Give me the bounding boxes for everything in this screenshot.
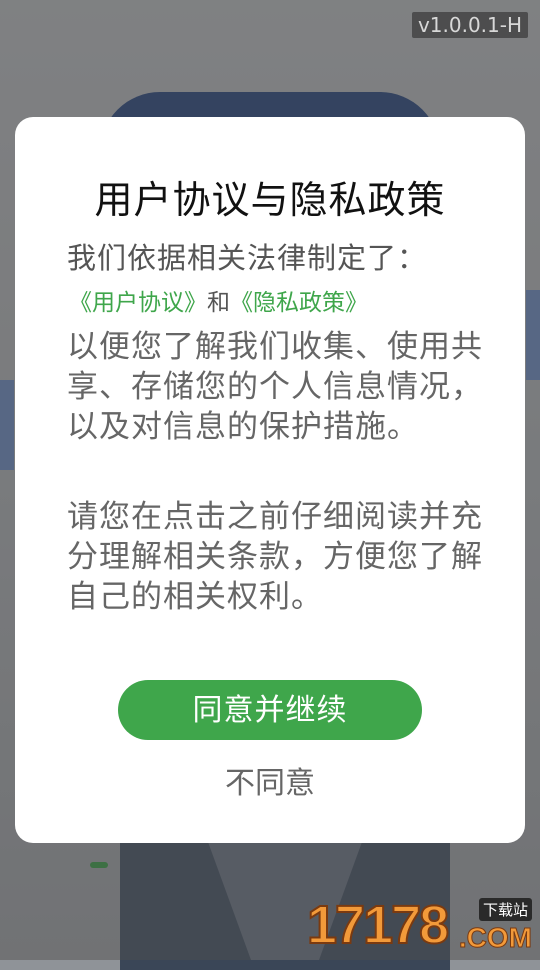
user-agreement-link[interactable]: 《用户协议》	[69, 290, 207, 316]
policy-links: 《用户协议》和《隐私政策》	[69, 283, 495, 317]
watermark-logo: 17178 下载站 .COM	[306, 894, 533, 956]
link-separator: 和	[207, 290, 230, 316]
dialog-intro: 我们依据相关法律制定了：	[67, 241, 428, 275]
watermark-tag: 下载站	[478, 898, 532, 921]
dialog-title: 用户协议与隐私政策	[94, 178, 446, 222]
agreement-dialog: 用户协议与隐私政策 我们依据相关法律制定了： 《用户协议》和《隐私政策》 以便您…	[15, 117, 525, 843]
disagree-button[interactable]: 不同意	[15, 757, 525, 803]
privacy-policy-link[interactable]: 《隐私政策》	[230, 290, 368, 316]
agree-continue-button[interactable]: 同意并继续	[118, 680, 422, 740]
dialog-paragraph-usage: 以便您了解我们收集、使用共享、存储您的个人信息情况，以及对信息的保护措施。	[67, 329, 483, 445]
watermark-domain: .COM	[458, 922, 532, 954]
watermark-number: 17178	[306, 894, 450, 956]
version-label: v1.0.0.1-H	[411, 12, 528, 38]
dialog-paragraph-read: 请您在点击之前仔细阅读并充分理解相关条款，方便您了解自己的相关权利。	[67, 499, 483, 615]
